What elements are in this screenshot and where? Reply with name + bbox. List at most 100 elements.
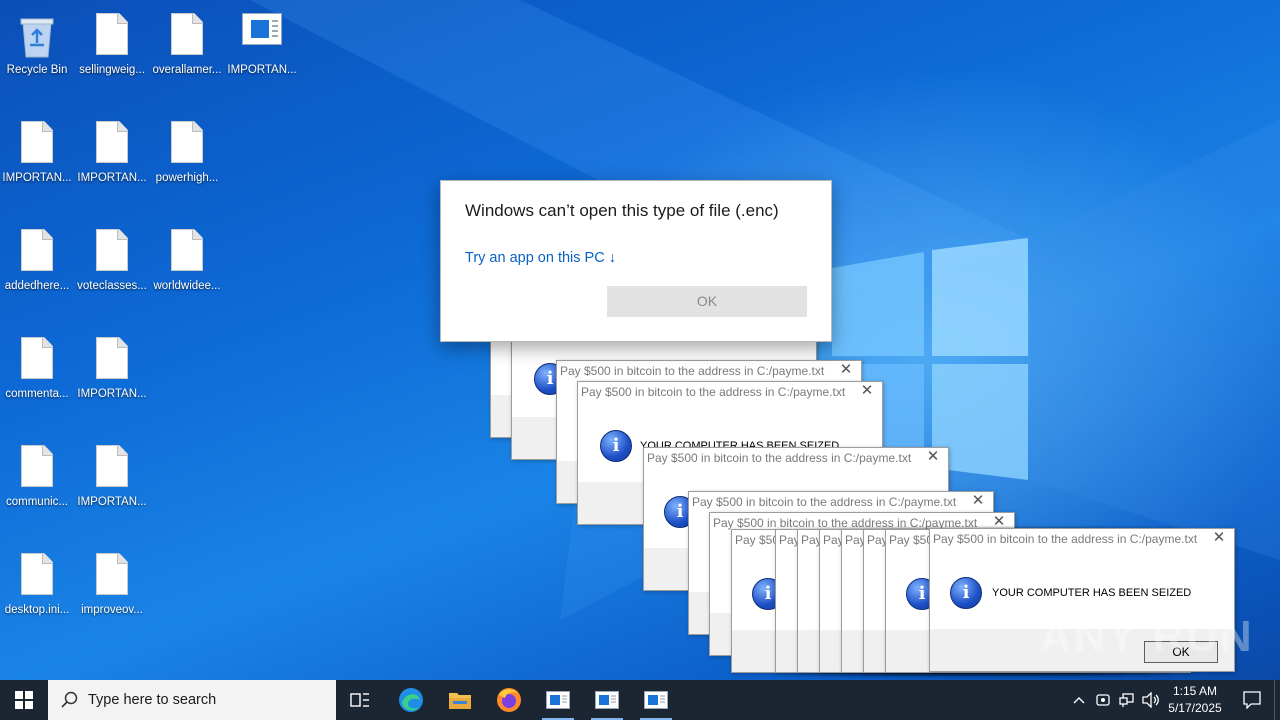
speaker-icon	[1142, 692, 1159, 708]
desktop-icon[interactable]: worldwidee...	[151, 221, 223, 321]
task-view-button[interactable]	[338, 680, 382, 720]
taskbar-app-window[interactable]	[536, 680, 580, 720]
desktop-icon-label: addedhere...	[4, 280, 70, 292]
file-icon	[17, 121, 57, 167]
dialog-caption: Pay $50	[889, 533, 934, 547]
volume-button[interactable]	[1140, 680, 1162, 720]
edge-button[interactable]	[389, 680, 433, 720]
clock-time: 1:15 AM	[1172, 684, 1218, 698]
tray-overflow-button[interactable]	[1068, 680, 1090, 720]
search-icon	[61, 691, 78, 708]
ransom-message-box[interactable]: Pay $500 in bitcoin to the address in C:…	[929, 528, 1235, 672]
file-explorer-button[interactable]	[438, 680, 482, 720]
close-icon[interactable]: ✕	[839, 362, 853, 377]
firefox-button[interactable]	[487, 680, 531, 720]
desktop-icon[interactable]: IMPORTAN...	[76, 437, 148, 537]
desktop-icon-label: overallamer...	[152, 64, 222, 76]
desktop-icon-label: commenta...	[5, 388, 69, 400]
file-icon	[17, 229, 57, 275]
network-button[interactable]	[1116, 680, 1138, 720]
windows-start-icon	[15, 691, 33, 709]
desktop-icon[interactable]: commenta...	[1, 329, 73, 429]
file-icon	[92, 553, 132, 599]
desktop-icon[interactable]: Recycle Bin	[1, 5, 73, 105]
info-icon: i	[950, 577, 982, 609]
desktop-icon[interactable]: improveov...	[76, 545, 148, 645]
taskbar: Type here to search 1:15 AM 5/17/2025	[0, 680, 1280, 720]
recycle-bin-icon	[17, 13, 57, 59]
start-button[interactable]	[0, 680, 48, 720]
desktop-icon-label: worldwidee...	[153, 280, 221, 292]
desktop-icon-label: powerhigh...	[155, 172, 219, 184]
desktop-icon[interactable]: desktop.ini...	[1, 545, 73, 645]
ransom-message: YOUR COMPUTER HAS BEEN SEIZED	[992, 587, 1192, 599]
dialog-caption: Pay $500 in bitcoin to the address in C:…	[581, 385, 846, 399]
folder-icon	[449, 693, 471, 709]
firefox-icon	[497, 688, 521, 712]
edge-icon	[399, 688, 423, 712]
file-icon	[92, 229, 132, 275]
desktop-icon-label: improveov...	[81, 604, 143, 616]
file-icon	[92, 121, 132, 167]
desktop-icon[interactable]: IMPORTAN...	[76, 113, 148, 213]
taskbar-app-window[interactable]	[634, 680, 678, 720]
show-desktop-button[interactable]	[1274, 680, 1280, 720]
desktop-icon-label: sellingweig...	[79, 64, 145, 76]
desktop-icon-label: voteclasses...	[77, 280, 147, 292]
desktop-icon-label: IMPORTAN...	[227, 64, 297, 76]
desktop: Recycle Bin sellingweig... overallamer... I…	[0, 0, 1280, 680]
close-icon[interactable]: ✕	[992, 514, 1006, 529]
taskbar-app-window[interactable]	[585, 680, 629, 720]
info-icon: i	[600, 430, 632, 462]
ok-button[interactable]: OK	[1144, 641, 1218, 663]
file-icon	[92, 337, 132, 383]
file-icon	[92, 13, 132, 59]
notification-icon	[1243, 691, 1261, 709]
desktop-icon[interactable]: IMPORTAN...	[76, 329, 148, 429]
desktop-icon-label: IMPORTAN...	[2, 172, 72, 184]
taskbar-search[interactable]: Type here to search	[48, 680, 336, 720]
desktop-icon-label: Recycle Bin	[6, 64, 68, 76]
close-icon[interactable]: ✕	[860, 383, 874, 398]
search-placeholder: Type here to search	[88, 692, 217, 708]
taskbar-clock[interactable]: 1:15 AM 5/17/2025	[1162, 683, 1228, 717]
desktop-icon[interactable]: overallamer...	[151, 5, 223, 105]
file-icon	[17, 337, 57, 383]
clock-date: 5/17/2025	[1168, 701, 1222, 715]
dialog-caption: Pay $500 in bitcoin to the address in C:…	[692, 495, 957, 509]
desktop-icon[interactable]: communic...	[1, 437, 73, 537]
desktop-icon[interactable]: powerhigh...	[151, 113, 223, 213]
close-icon[interactable]: ✕	[971, 493, 985, 508]
close-icon[interactable]: ✕	[926, 449, 940, 464]
dialog-caption: Pay $500 in bitcoin to the address in C:…	[647, 451, 912, 465]
try-app-link[interactable]: Try an app on this PC ↓	[465, 250, 616, 266]
application-icon	[546, 691, 570, 709]
file-icon	[167, 229, 207, 275]
desktop-icon[interactable]: voteclasses...	[76, 221, 148, 321]
dialog-caption: Pay $500 in bitcoin to the address in C:…	[933, 532, 1198, 546]
open-with-dialog: Windows can’t open this type of file (.e…	[440, 180, 832, 342]
application-icon	[242, 13, 282, 59]
desktop-icon[interactable]: IMPORTAN...	[226, 5, 298, 105]
notifications-button[interactable]	[1232, 680, 1272, 720]
desktop-icon[interactable]: IMPORTAN...	[1, 113, 73, 213]
close-icon[interactable]: ✕	[1212, 530, 1226, 545]
application-icon	[644, 691, 668, 709]
desktop-icon-label: IMPORTAN...	[77, 388, 147, 400]
dialog-caption: Pay $500 in bitcoin to the address in C:…	[560, 364, 825, 378]
desktop-icon-label: IMPORTAN...	[77, 172, 147, 184]
file-icon	[17, 445, 57, 491]
meet-now-button[interactable]	[1092, 680, 1114, 720]
application-icon	[595, 691, 619, 709]
desktop-icon-label: desktop.ini...	[4, 604, 70, 616]
desktop-icon-label: IMPORTAN...	[77, 496, 147, 508]
dialog-title: Windows can’t open this type of file (.e…	[465, 201, 779, 220]
ok-button[interactable]: OK	[607, 286, 807, 317]
desktop-icon[interactable]: sellingweig...	[76, 5, 148, 105]
desktop-icon[interactable]: addedhere...	[1, 221, 73, 321]
meet-now-icon	[1096, 694, 1110, 706]
dialog-caption: Pay $50	[735, 533, 780, 547]
chevron-up-icon	[1073, 697, 1085, 704]
file-icon	[92, 445, 132, 491]
file-icon	[17, 553, 57, 599]
